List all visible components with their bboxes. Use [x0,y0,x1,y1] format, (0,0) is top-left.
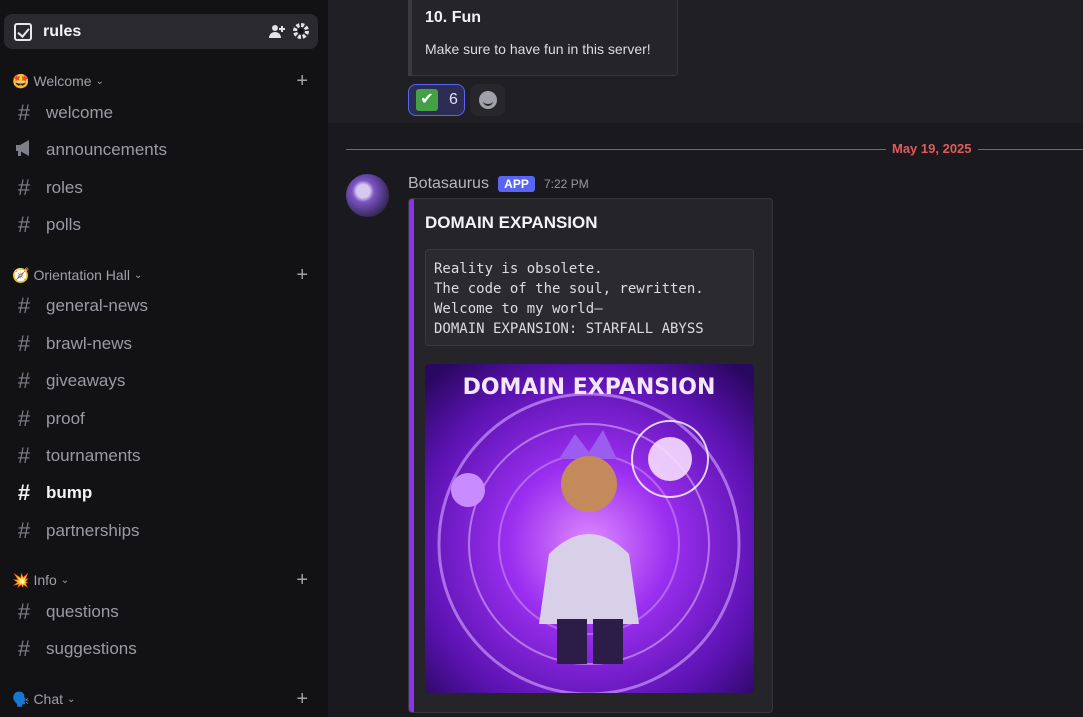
code-line: The code of the soul, rewritten. [434,281,704,297]
hash-icon: # [17,331,31,356]
channel-label: brawl-news [46,334,132,353]
rule-title: 10. Fun [425,9,482,26]
add-reaction-button[interactable] [470,84,505,116]
smiley-icon [478,91,497,109]
hash-icon: # [17,636,31,661]
hash-lock-icon: # [17,406,31,431]
rule-description: Make sure to have fun in this server! [425,41,651,57]
channel-item-partnerships[interactable]: # partnerships [4,514,318,548]
channel-item-questions[interactable]: # questions [4,595,318,629]
embed-title: DOMAIN EXPANSION [425,213,598,232]
add-channel-icon[interactable]: + [296,265,308,285]
hash-icon: # [17,443,31,468]
code-block: Reality is obsolete. The code of the sou… [425,249,754,346]
category-emoji: 🧭 [12,266,30,283]
channel-sidebar: rules 🤩 Welcome ⌄ + # welcome announceme… [0,0,328,717]
category-emoji: 🤩 [12,72,30,89]
category-label: Info [33,572,57,588]
channel-label: proof [46,409,85,428]
hash-icon: # [17,212,31,237]
channel-item-brawl-news[interactable]: # brawl-news [4,327,318,361]
channel-label: bump [46,483,93,502]
hash-icon: # [17,599,31,624]
invite-user-icon[interactable] [268,22,286,40]
message-list: 10. Fun Make sure to have fun in this se… [328,0,1083,717]
hash-icon: # [17,518,31,543]
channel-label: announcements [46,140,167,159]
add-channel-icon[interactable]: + [296,570,308,590]
gear-icon[interactable] [292,22,310,40]
category-label: Orientation Hall [33,267,130,283]
message-author[interactable]: Botasaurus [408,175,489,193]
rules-checkbox-icon [14,22,32,41]
reaction-count: 6 [449,91,458,108]
code-line: Welcome to my world— [434,301,603,317]
app-badge: APP [498,176,535,192]
rule-embed-card: 10. Fun Make sure to have fun in this se… [408,0,678,76]
channel-item-rules[interactable]: rules [4,14,318,49]
channel-name: rules [43,22,82,40]
category-welcome[interactable]: 🤩 Welcome ⌄ [12,72,104,90]
channel-item-bump[interactable]: # bump [4,476,318,510]
category-label: Chat [33,691,64,707]
category-label: Welcome [33,73,92,89]
hash-icon: # [17,480,31,505]
channel-label: roles [46,178,83,197]
message-embed: DOMAIN EXPANSION Reality is obsolete. Th… [408,198,773,713]
highlighted-message: 10. Fun Make sure to have fun in this se… [328,0,1083,123]
add-channel-icon[interactable]: + [296,689,308,709]
channel-item-giveaways[interactable]: # giveaways [4,364,318,398]
channel-item-tournaments[interactable]: # tournaments [4,439,318,473]
channel-item-general-news[interactable]: # general-news [4,289,318,323]
channel-label: giveaways [46,371,126,390]
channel-item-polls[interactable]: # polls [4,208,318,242]
category-info[interactable]: 💥 Info ⌄ [12,571,69,589]
hash-lock-icon: # [17,368,31,393]
channel-label: polls [46,215,81,234]
channel-item-roles[interactable]: # roles [4,171,318,205]
category-orientation-hall[interactable]: 🧭 Orientation Hall ⌄ [12,266,142,284]
check-mark-icon: ✔ [416,89,438,111]
channel-item-welcome[interactable]: # welcome [4,96,318,130]
channel-label: partnerships [46,521,140,540]
chevron-down-icon: ⌄ [67,693,76,705]
reaction-checkmark[interactable]: ✔ 6 [408,84,465,116]
hash-icon: # [17,293,31,318]
channel-item-proof[interactable]: # proof [4,402,318,436]
chevron-down-icon: ⌄ [133,269,143,281]
hash-icon: # [17,100,31,125]
avatar[interactable] [346,174,389,217]
channel-label: general-news [46,296,149,315]
chevron-down-icon: ⌄ [60,574,70,586]
channel-label: tournaments [46,446,141,465]
embed-image[interactable]: DOMAIN EXPANSION [425,364,754,693]
channel-item-suggestions[interactable]: # suggestions [4,632,318,666]
date-divider: May 19, 2025 [886,141,978,156]
channel-item-announcements[interactable]: announcements [4,133,318,167]
add-channel-icon[interactable]: + [296,71,308,91]
channel-label: suggestions [46,639,137,658]
category-chat[interactable]: 🗣️ Chat ⌄ [12,690,75,708]
embed-image-caption: DOMAIN EXPANSION [463,375,716,400]
message-timestamp: 7:22 PM [544,177,589,191]
hash-icon: # [17,175,31,200]
category-emoji: 🗣️ [12,690,30,707]
code-line: DOMAIN EXPANSION: STARFALL ABYSS [434,321,704,337]
discord-app: rules 🤩 Welcome ⌄ + # welcome announceme… [0,0,1083,717]
category-emoji: 💥 [12,571,30,588]
chevron-down-icon: ⌄ [95,75,104,87]
code-line: Reality is obsolete. [434,261,603,277]
channel-label: welcome [46,103,114,122]
megaphone-icon [13,137,35,163]
channel-label: questions [46,602,119,621]
